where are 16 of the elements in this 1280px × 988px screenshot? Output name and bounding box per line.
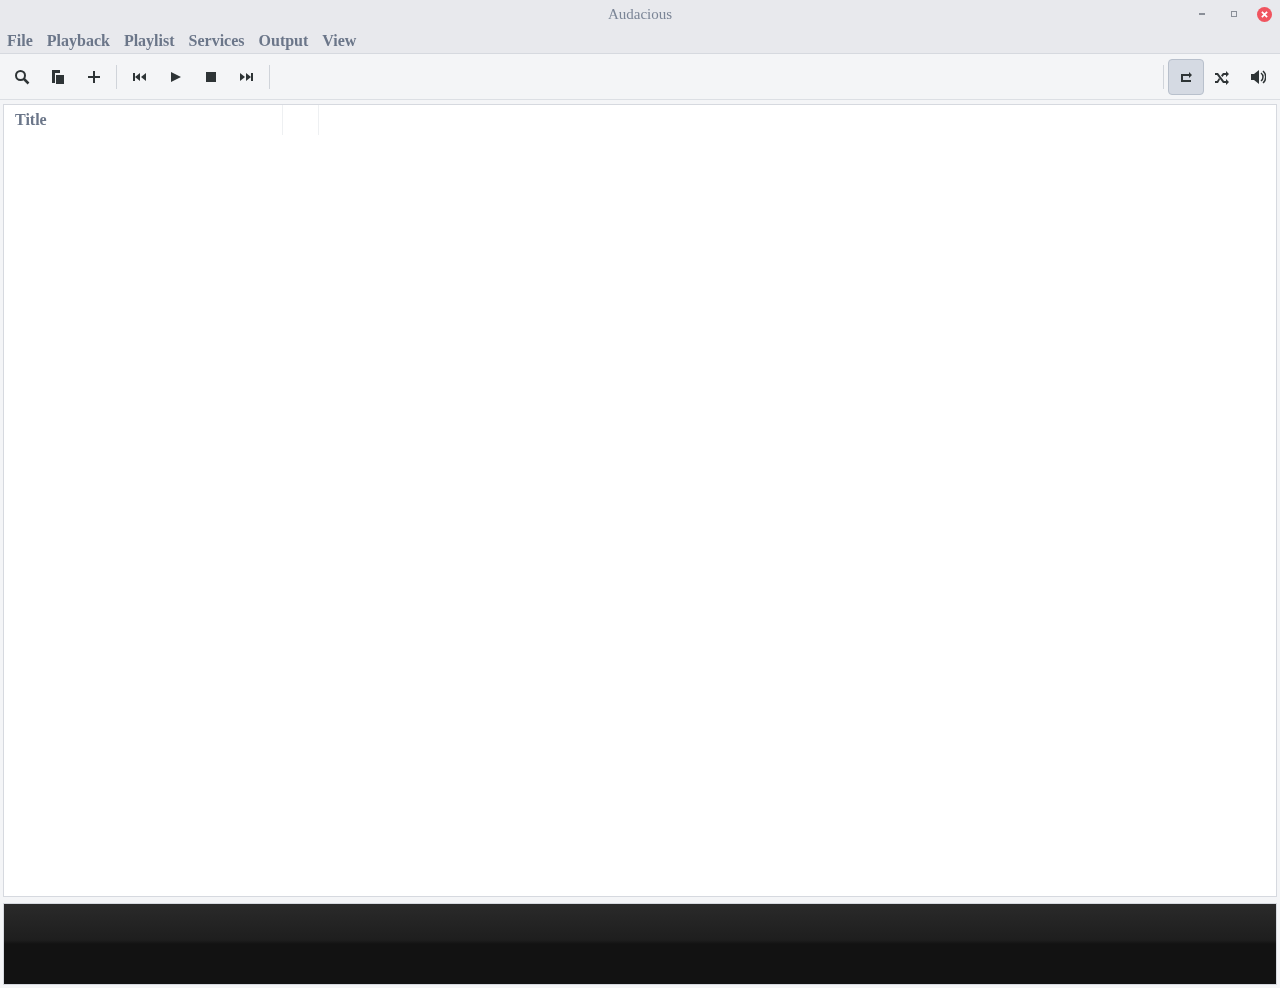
- close-button[interactable]: [1257, 6, 1272, 22]
- menu-item[interactable]: Playback: [46, 28, 110, 53]
- repeat-button[interactable]: [1168, 58, 1204, 95]
- speaker-icon: [1250, 68, 1266, 85]
- plus-icon: [86, 68, 102, 85]
- window-title: Audacious: [607, 4, 673, 24]
- column-header[interactable]: Title: [4, 105, 283, 135]
- menu-item[interactable]: Services: [188, 28, 245, 53]
- search-icon: [14, 68, 30, 85]
- documents-icon: [50, 68, 66, 85]
- close-icon: [1261, 10, 1268, 18]
- menu-item[interactable]: View: [322, 28, 357, 53]
- menu-item[interactable]: Playlist: [123, 28, 175, 53]
- shuffle-icon: [1214, 68, 1230, 85]
- menu-item[interactable]: File: [7, 28, 33, 53]
- menu-item[interactable]: Output: [258, 28, 309, 53]
